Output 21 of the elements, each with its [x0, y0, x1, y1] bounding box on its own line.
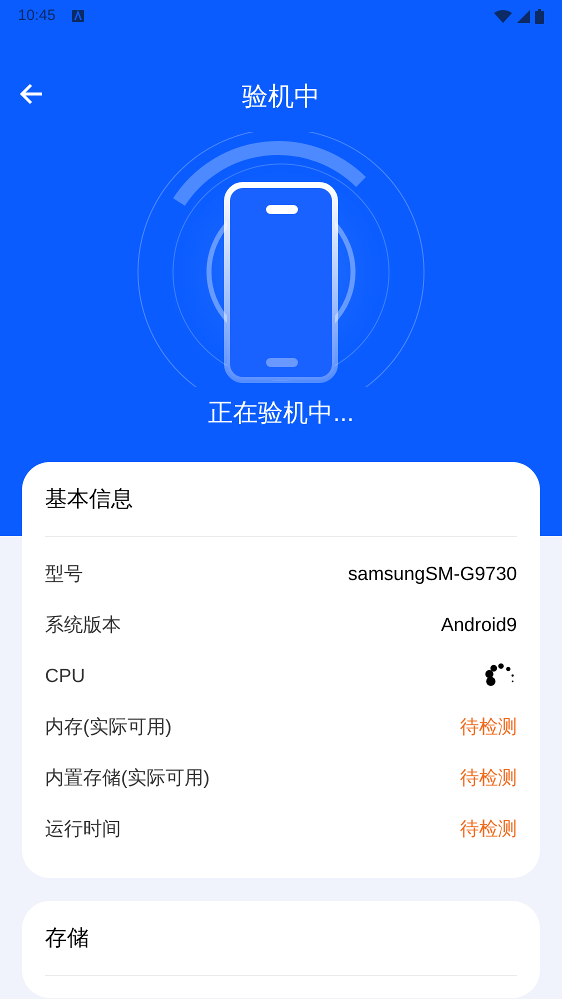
row-value: Android9	[440, 614, 517, 638]
scan-status-text: 正在验机中...	[208, 398, 354, 429]
row-label: 运行时间	[45, 818, 121, 842]
battery-icon	[535, 8, 544, 24]
signal-icon	[517, 10, 530, 22]
row-label: 内置存储(实际可用)	[45, 766, 210, 791]
row-label: 系统版本	[45, 614, 121, 638]
card-title: 存储	[45, 924, 89, 952]
wifi-icon	[494, 10, 512, 22]
row-label: 型号	[45, 562, 83, 587]
row-value: 待检测	[460, 818, 517, 842]
row-value: samsungSM-G9730	[348, 562, 517, 587]
status-time: 10:45	[18, 6, 56, 26]
row-value: 待检测	[460, 716, 517, 740]
back-arrow-icon	[20, 83, 44, 105]
notification-icon	[72, 10, 84, 22]
row-label: 内存(实际可用)	[45, 716, 172, 740]
page-title: 验机中	[242, 80, 320, 112]
row-value: 待检测	[460, 766, 517, 791]
card-title: 基本信息	[45, 485, 133, 513]
row-label: CPU	[45, 664, 86, 689]
